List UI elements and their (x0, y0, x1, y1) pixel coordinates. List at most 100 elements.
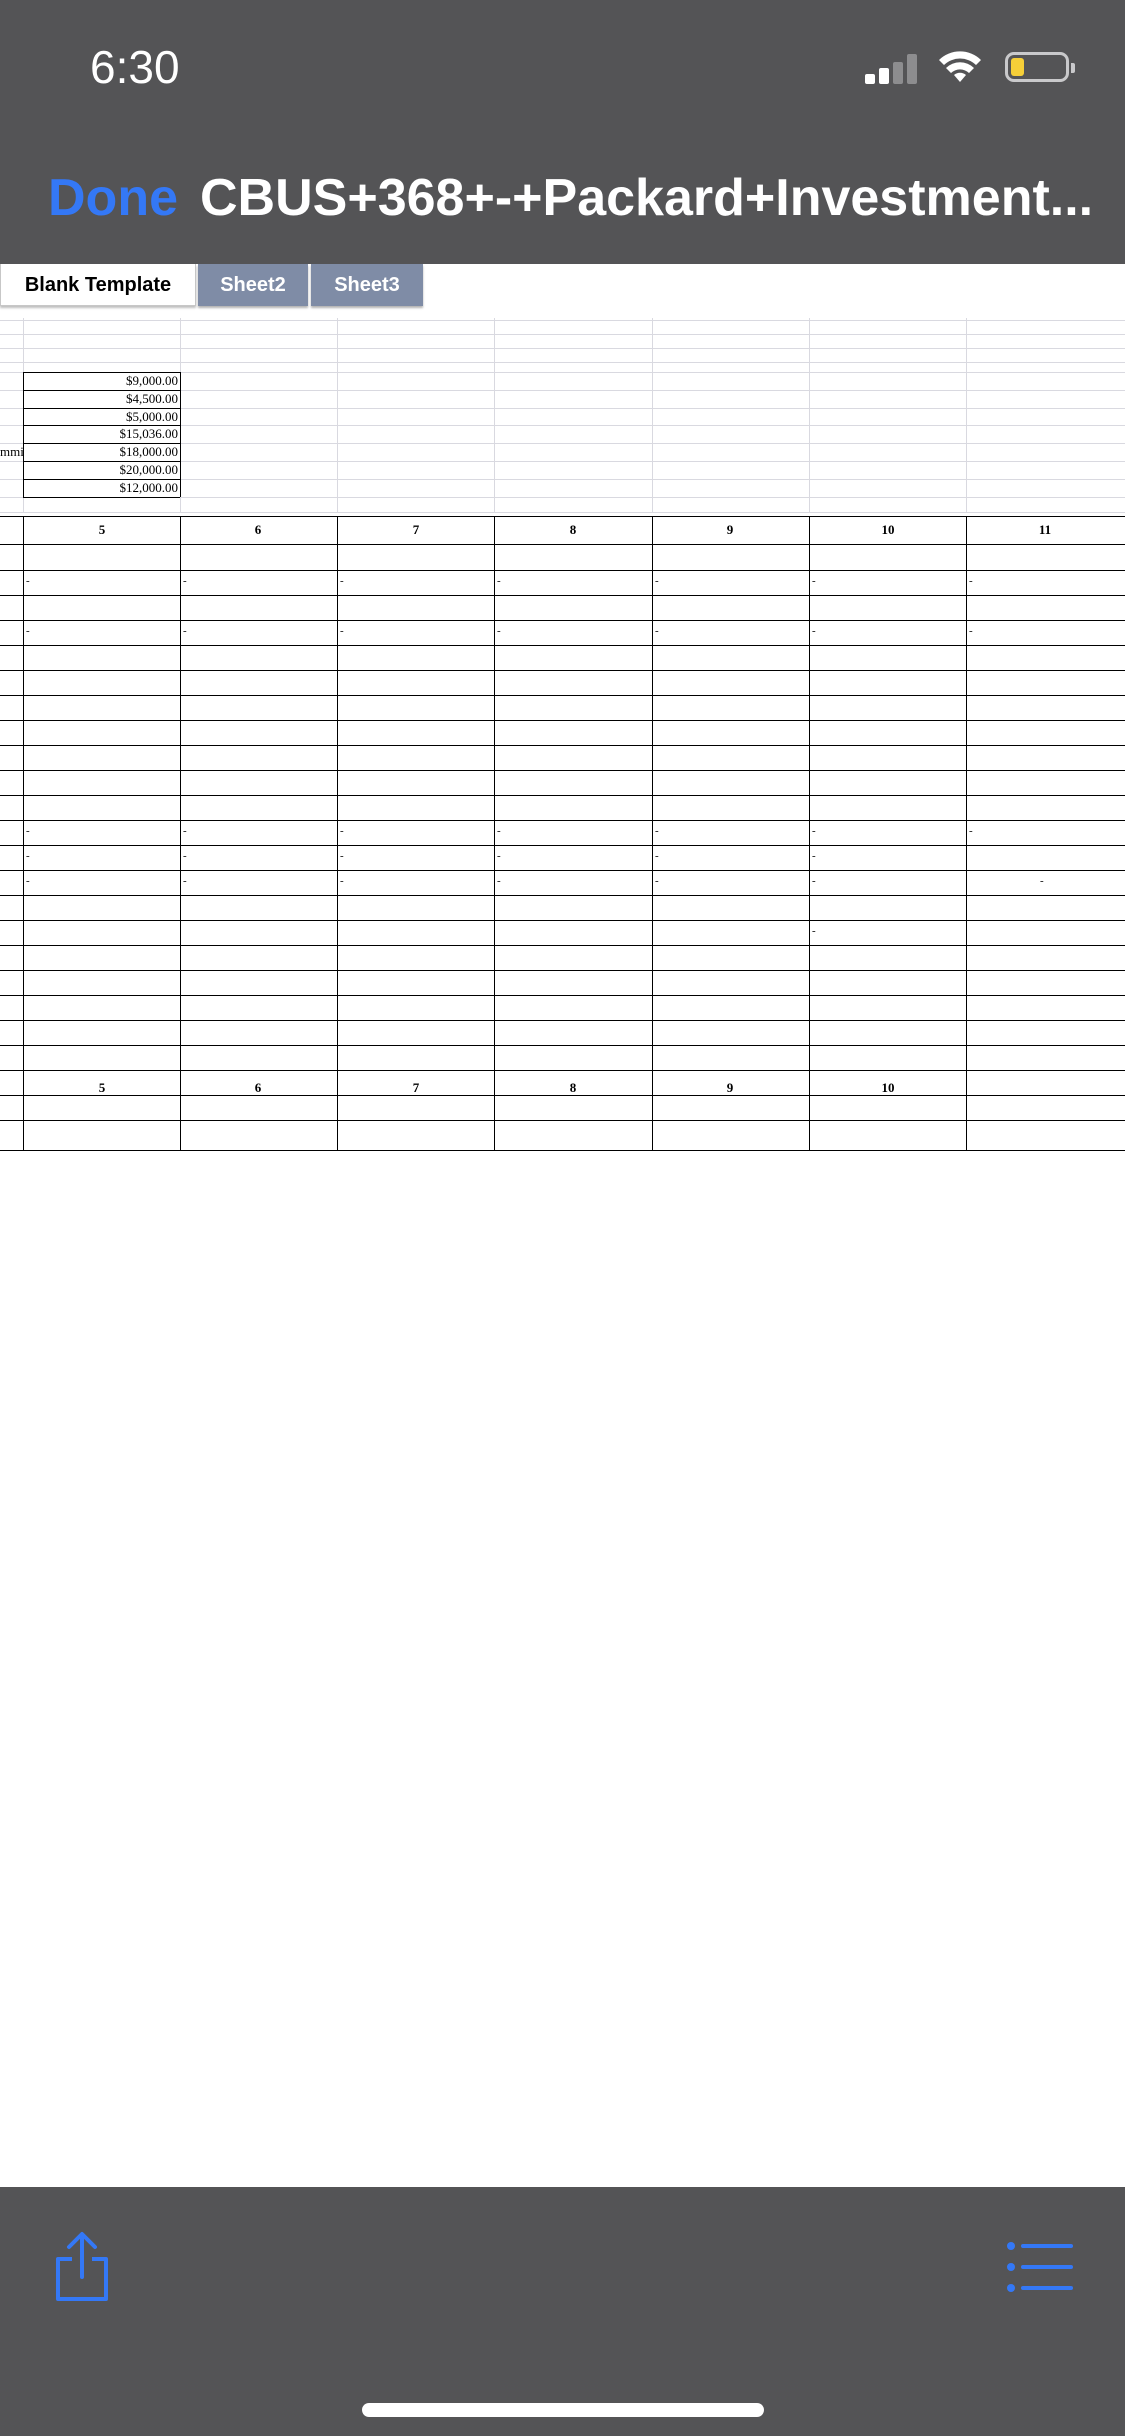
dash-cell: - (26, 575, 30, 587)
grid-line (0, 595, 1125, 596)
dash-cell: - (183, 850, 187, 862)
amount-cell: $20,000.00 (119, 462, 179, 477)
column-number: 7 (412, 1080, 420, 1095)
grid-line (0, 645, 1125, 646)
amount-cell: $12,000.00 (119, 480, 179, 495)
column-number: 10 (881, 522, 895, 537)
dash-cell: - (340, 575, 344, 587)
tab-sheet3[interactable]: Sheet3 (311, 264, 423, 306)
grid-line (0, 320, 1125, 321)
truncated-cell-label: mmi (0, 444, 24, 459)
grid-line (0, 970, 1125, 971)
column-number: 10 (881, 1080, 895, 1095)
share-icon[interactable] (52, 2231, 112, 2303)
grid-line (0, 695, 1125, 696)
grid-line (23, 516, 24, 1150)
grid-line (0, 995, 1125, 996)
dash-cell: - (26, 825, 30, 837)
dash-cell: - (812, 925, 816, 937)
column-number: 8 (569, 1080, 577, 1095)
grid-line (337, 516, 338, 1150)
grid-line (0, 620, 1125, 621)
grid-line (180, 516, 181, 1150)
grid-line (809, 318, 810, 512)
column-number: 9 (726, 522, 734, 537)
dash-cell: - (340, 825, 344, 837)
grid-line (23, 425, 180, 426)
grid-line (0, 920, 1125, 921)
dash-cell: - (26, 875, 30, 887)
dash-cell: - (340, 850, 344, 862)
dash-cell: - (26, 625, 30, 637)
dash-cell: - (969, 575, 973, 587)
grid-line (809, 516, 810, 1150)
grid-line (0, 362, 1125, 363)
column-number: 11 (1038, 522, 1052, 537)
grid-line (0, 870, 1125, 871)
dash-cell: - (183, 625, 187, 637)
bottom-toolbar (0, 2187, 1125, 2436)
dash-cell: - (340, 625, 344, 637)
grid-line (23, 443, 180, 444)
grid-line (0, 570, 1125, 571)
dash-cell: - (497, 625, 501, 637)
amount-cell: $18,000.00 (119, 444, 179, 459)
column-number: 5 (98, 1080, 106, 1095)
grid-line (23, 497, 180, 498)
column-number: 9 (726, 1080, 734, 1095)
amount-cell: $9,000.00 (126, 373, 178, 388)
dash-cell: - (497, 575, 501, 587)
list-icon[interactable] (1007, 2241, 1073, 2293)
grid-line (0, 670, 1125, 671)
amount-cell: $4,500.00 (126, 391, 178, 406)
tab-sheet2[interactable]: Sheet2 (198, 264, 308, 306)
column-number: 5 (98, 522, 106, 537)
column-number: 7 (412, 522, 420, 537)
spreadsheet-grid[interactable]: mmi $9,000.00 $4,500.00 $5,000.00 $15,03… (0, 318, 1125, 1153)
dash-cell: - (812, 850, 816, 862)
grid-line (652, 318, 653, 512)
done-button[interactable]: Done (48, 168, 178, 228)
grid-line (0, 516, 1125, 517)
grid-line (0, 820, 1125, 821)
column-number: 8 (569, 522, 577, 537)
grid-line (337, 318, 338, 512)
grid-line (0, 795, 1125, 796)
dash-cell: - (26, 850, 30, 862)
document-title: CBUS+368+-+Packard+Investment... (200, 169, 1094, 227)
dash-cell: - (183, 575, 187, 587)
grid-line (23, 372, 24, 497)
grid-line (966, 516, 967, 1150)
sheet-tab-bar: Blank Template Sheet2 Sheet3 (0, 264, 1125, 310)
dash-cell: - (497, 875, 501, 887)
grid-line (652, 516, 653, 1150)
dash-cell: - (1040, 875, 1044, 887)
dash-cell: - (812, 825, 816, 837)
grid-line (0, 1150, 1125, 1151)
grid-line (0, 1120, 1125, 1121)
dash-cell: - (340, 875, 344, 887)
tab-blank-template[interactable]: Blank Template (0, 264, 196, 306)
grid-line (0, 512, 1125, 513)
dash-cell: - (969, 825, 973, 837)
dash-cell: - (655, 825, 659, 837)
grid-line (180, 372, 181, 497)
column-number: 6 (254, 1080, 262, 1095)
dash-cell: - (969, 625, 973, 637)
home-indicator (362, 2403, 764, 2417)
grid-line (23, 479, 180, 480)
grid-line (0, 1020, 1125, 1021)
grid-line (494, 318, 495, 512)
grid-line (23, 390, 180, 391)
column-number: 6 (254, 522, 262, 537)
grid-line (494, 516, 495, 1150)
grid-line (966, 318, 967, 512)
dash-cell: - (183, 825, 187, 837)
grid-line (0, 334, 1125, 335)
amount-cell: $5,000.00 (126, 409, 178, 424)
grid-line (0, 770, 1125, 771)
grid-line (0, 544, 1125, 545)
grid-line (0, 945, 1125, 946)
grid-line (0, 845, 1125, 846)
grid-line (23, 372, 180, 373)
